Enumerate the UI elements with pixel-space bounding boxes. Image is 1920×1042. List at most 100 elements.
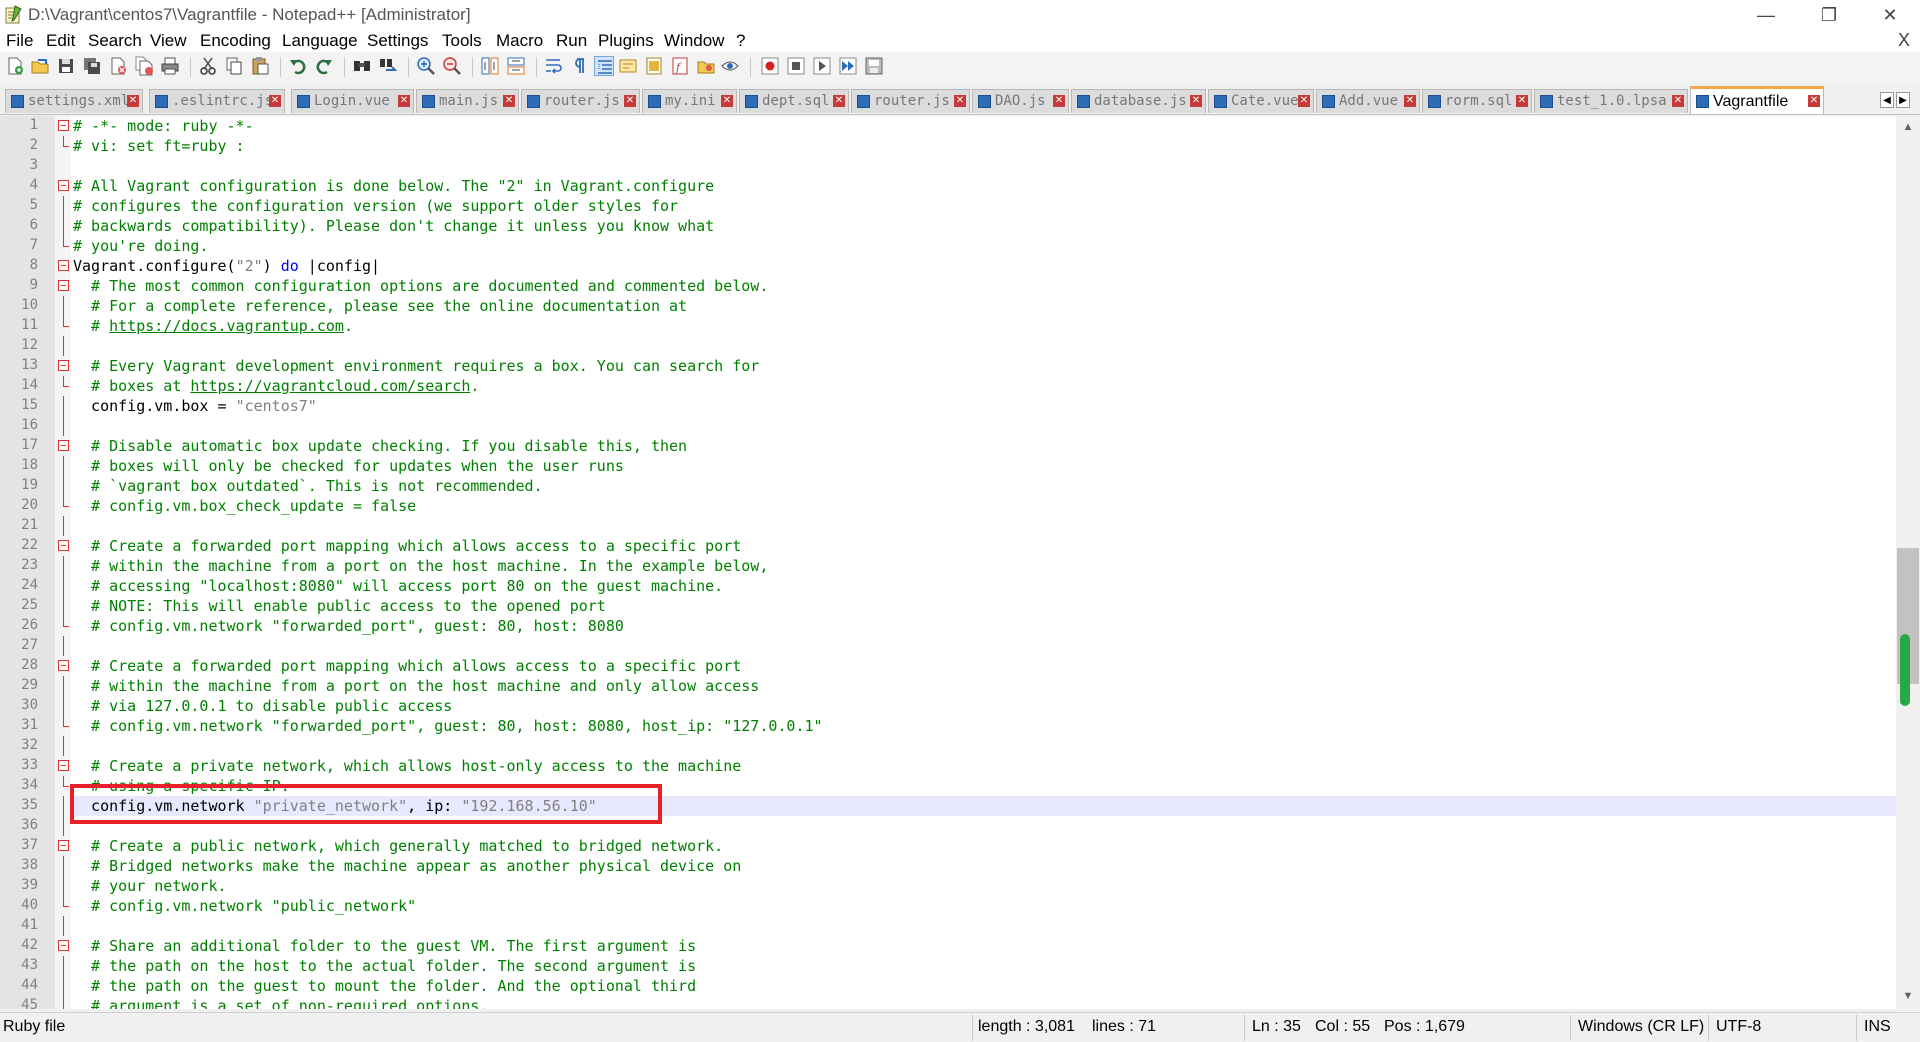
sync-horizontal-scroll-icon[interactable]	[506, 56, 526, 76]
code-line[interactable]: 43 # the path on the host to the actual …	[0, 956, 1896, 976]
tab-close-icon[interactable]: ✕	[1516, 95, 1528, 107]
tab-close-icon[interactable]: ✕	[1808, 95, 1820, 107]
tab-router-js-2[interactable]: router.js ✕	[851, 89, 970, 113]
code-line[interactable]: 9 # The most common configuration option…	[0, 276, 1896, 296]
sync-vertical-scroll-icon[interactable]	[480, 56, 500, 76]
menu-edit[interactable]: Edit	[46, 31, 75, 51]
menu-search[interactable]: Search	[88, 31, 142, 51]
tab-scroll-left-button[interactable]: ◀	[1880, 92, 1894, 108]
vertical-scrollbar[interactable]: ▲ ▼	[1896, 116, 1920, 1009]
code-line[interactable]: 6 # backwards compatibility). Please don'…	[0, 216, 1896, 236]
fold-toggle-icon[interactable]	[58, 260, 69, 271]
record-macro-icon[interactable]	[760, 56, 780, 76]
fold-toggle-icon[interactable]	[58, 840, 69, 851]
code-line[interactable]: 7 # you're doing.	[0, 236, 1896, 256]
tab-dao-js[interactable]: DAO.js ✕	[972, 89, 1069, 113]
menu-window[interactable]: Window	[664, 31, 724, 51]
code-line[interactable]: 16	[0, 416, 1896, 436]
udl-icon[interactable]	[618, 56, 638, 76]
function-list-icon[interactable]: f	[670, 56, 690, 76]
menu-language[interactable]: Language	[282, 31, 358, 51]
tab-close-icon[interactable]: ✕	[721, 95, 733, 107]
fold-toggle-icon[interactable]	[58, 120, 69, 131]
menu-plugins[interactable]: Plugins	[598, 31, 654, 51]
code-line[interactable]: 39 # your network.	[0, 876, 1896, 896]
copy-icon[interactable]	[224, 56, 244, 76]
menu-view[interactable]: View	[150, 31, 187, 51]
tab-add-vue[interactable]: Add.vue ✕	[1316, 89, 1420, 113]
maximize-button[interactable]: ❐	[1801, 0, 1857, 30]
menu-run[interactable]: Run	[556, 31, 587, 51]
menu-tools[interactable]: Tools	[442, 31, 482, 51]
fold-toggle-icon[interactable]	[58, 940, 69, 951]
code-line[interactable]: 1 # -*- mode: ruby -*-	[0, 116, 1896, 136]
code-line[interactable]: 14 # boxes at https://vagrantcloud.com/s…	[0, 376, 1896, 396]
code-line[interactable]: 40 # config.vm.network "public_network"	[0, 896, 1896, 916]
tab-my-ini[interactable]: my.ini ✕	[642, 89, 737, 113]
cut-icon[interactable]	[198, 56, 218, 76]
document-map-icon[interactable]	[644, 56, 664, 76]
fold-toggle-icon[interactable]	[58, 540, 69, 551]
tab-close-icon[interactable]: ✕	[1053, 95, 1065, 107]
code-line[interactable]: 31 # config.vm.network "forwarded_port",…	[0, 716, 1896, 736]
tab-cate-vue[interactable]: Cate.vue ✕	[1208, 89, 1314, 113]
code-line[interactable]: 28 # Create a forwarded port mapping whi…	[0, 656, 1896, 676]
print-icon[interactable]	[160, 56, 180, 76]
tab-settings-xml[interactable]: settings.xml ✕	[5, 89, 143, 113]
show-all-characters-icon[interactable]	[568, 56, 588, 76]
save-macro-icon[interactable]	[864, 56, 884, 76]
menu-file[interactable]: File	[6, 31, 33, 51]
code-line[interactable]: 26 # config.vm.network "forwarded_port",…	[0, 616, 1896, 636]
save-icon[interactable]	[56, 56, 76, 76]
tab-close-icon[interactable]: ✕	[1404, 95, 1416, 107]
tab-close-icon[interactable]: ✕	[954, 95, 966, 107]
tab-vagrantfile[interactable]: Vagrantfile ✕	[1690, 86, 1824, 114]
tab-close-icon[interactable]: ✕	[833, 95, 845, 107]
code-token-link[interactable]: https://vagrantcloud.com/search	[190, 377, 470, 395]
save-all-icon[interactable]	[82, 56, 102, 76]
fold-toggle-icon[interactable]	[58, 660, 69, 671]
code-line[interactable]: 41	[0, 916, 1896, 936]
code-line[interactable]: 17 # Disable automatic box update checki…	[0, 436, 1896, 456]
code-line[interactable]: 30 # via 127.0.0.1 to disable public acc…	[0, 696, 1896, 716]
tab-router-js[interactable]: router.js ✕	[521, 89, 640, 113]
code-line[interactable]: 24 # accessing "localhost:8080" will acc…	[0, 576, 1896, 596]
code-line[interactable]: 29 # within the machine from a port on t…	[0, 676, 1896, 696]
tab-close-icon[interactable]: ✕	[127, 95, 139, 107]
new-file-icon[interactable]	[5, 56, 25, 76]
code-line[interactable]: 44 # the path on the guest to mount the …	[0, 976, 1896, 996]
code-line[interactable]: 32	[0, 736, 1896, 756]
menu-encoding[interactable]: Encoding	[200, 31, 271, 51]
zoom-in-icon[interactable]	[416, 56, 436, 76]
folder-as-workspace-icon[interactable]	[696, 56, 716, 76]
minimize-button[interactable]: —	[1738, 0, 1794, 30]
code-line[interactable]: 37 # Create a public network, which gene…	[0, 836, 1896, 856]
code-line[interactable]: 18 # boxes will only be checked for upda…	[0, 456, 1896, 476]
code-line[interactable]: 19 # `vagrant box outdated`. This is not…	[0, 476, 1896, 496]
tab-eslintrc-js[interactable]: .eslintrc.js ✕	[149, 89, 285, 113]
code-line[interactable]: 8 Vagrant.configure("2") do |config|	[0, 256, 1896, 276]
tab-close-icon[interactable]: ✕	[624, 95, 636, 107]
code-line[interactable]: 42 # Share an additional folder to the g…	[0, 936, 1896, 956]
find-icon[interactable]	[352, 56, 372, 76]
fold-toggle-icon[interactable]	[58, 280, 69, 291]
redo-icon[interactable]	[314, 56, 334, 76]
scroll-down-arrow-icon[interactable]: ▼	[1902, 990, 1914, 1002]
close-file-icon[interactable]	[108, 56, 128, 76]
tab-close-icon[interactable]: ✕	[1190, 95, 1202, 107]
code-line[interactable]: 45 # argument is a set of non-required o…	[0, 996, 1896, 1009]
tab-close-icon[interactable]: ✕	[1672, 95, 1684, 107]
tab-close-icon[interactable]: ✕	[398, 95, 410, 107]
close-window-button[interactable]: ✕	[1862, 0, 1918, 30]
code-line[interactable]: 25 # NOTE: This will enable public acces…	[0, 596, 1896, 616]
fold-toggle-icon[interactable]	[58, 180, 69, 191]
code-line[interactable]: 22 # Create a forwarded port mapping whi…	[0, 536, 1896, 556]
open-file-icon[interactable]	[30, 56, 50, 76]
fold-toggle-icon[interactable]	[58, 360, 69, 371]
stop-recording-icon[interactable]	[786, 56, 806, 76]
replace-icon[interactable]	[378, 56, 398, 76]
code-line[interactable]: 12	[0, 336, 1896, 356]
tab-login-vue[interactable]: Login.vue ✕	[291, 89, 414, 113]
code-line[interactable]: 38 # Bridged networks make the machine a…	[0, 856, 1896, 876]
word-wrap-icon[interactable]	[544, 56, 564, 76]
